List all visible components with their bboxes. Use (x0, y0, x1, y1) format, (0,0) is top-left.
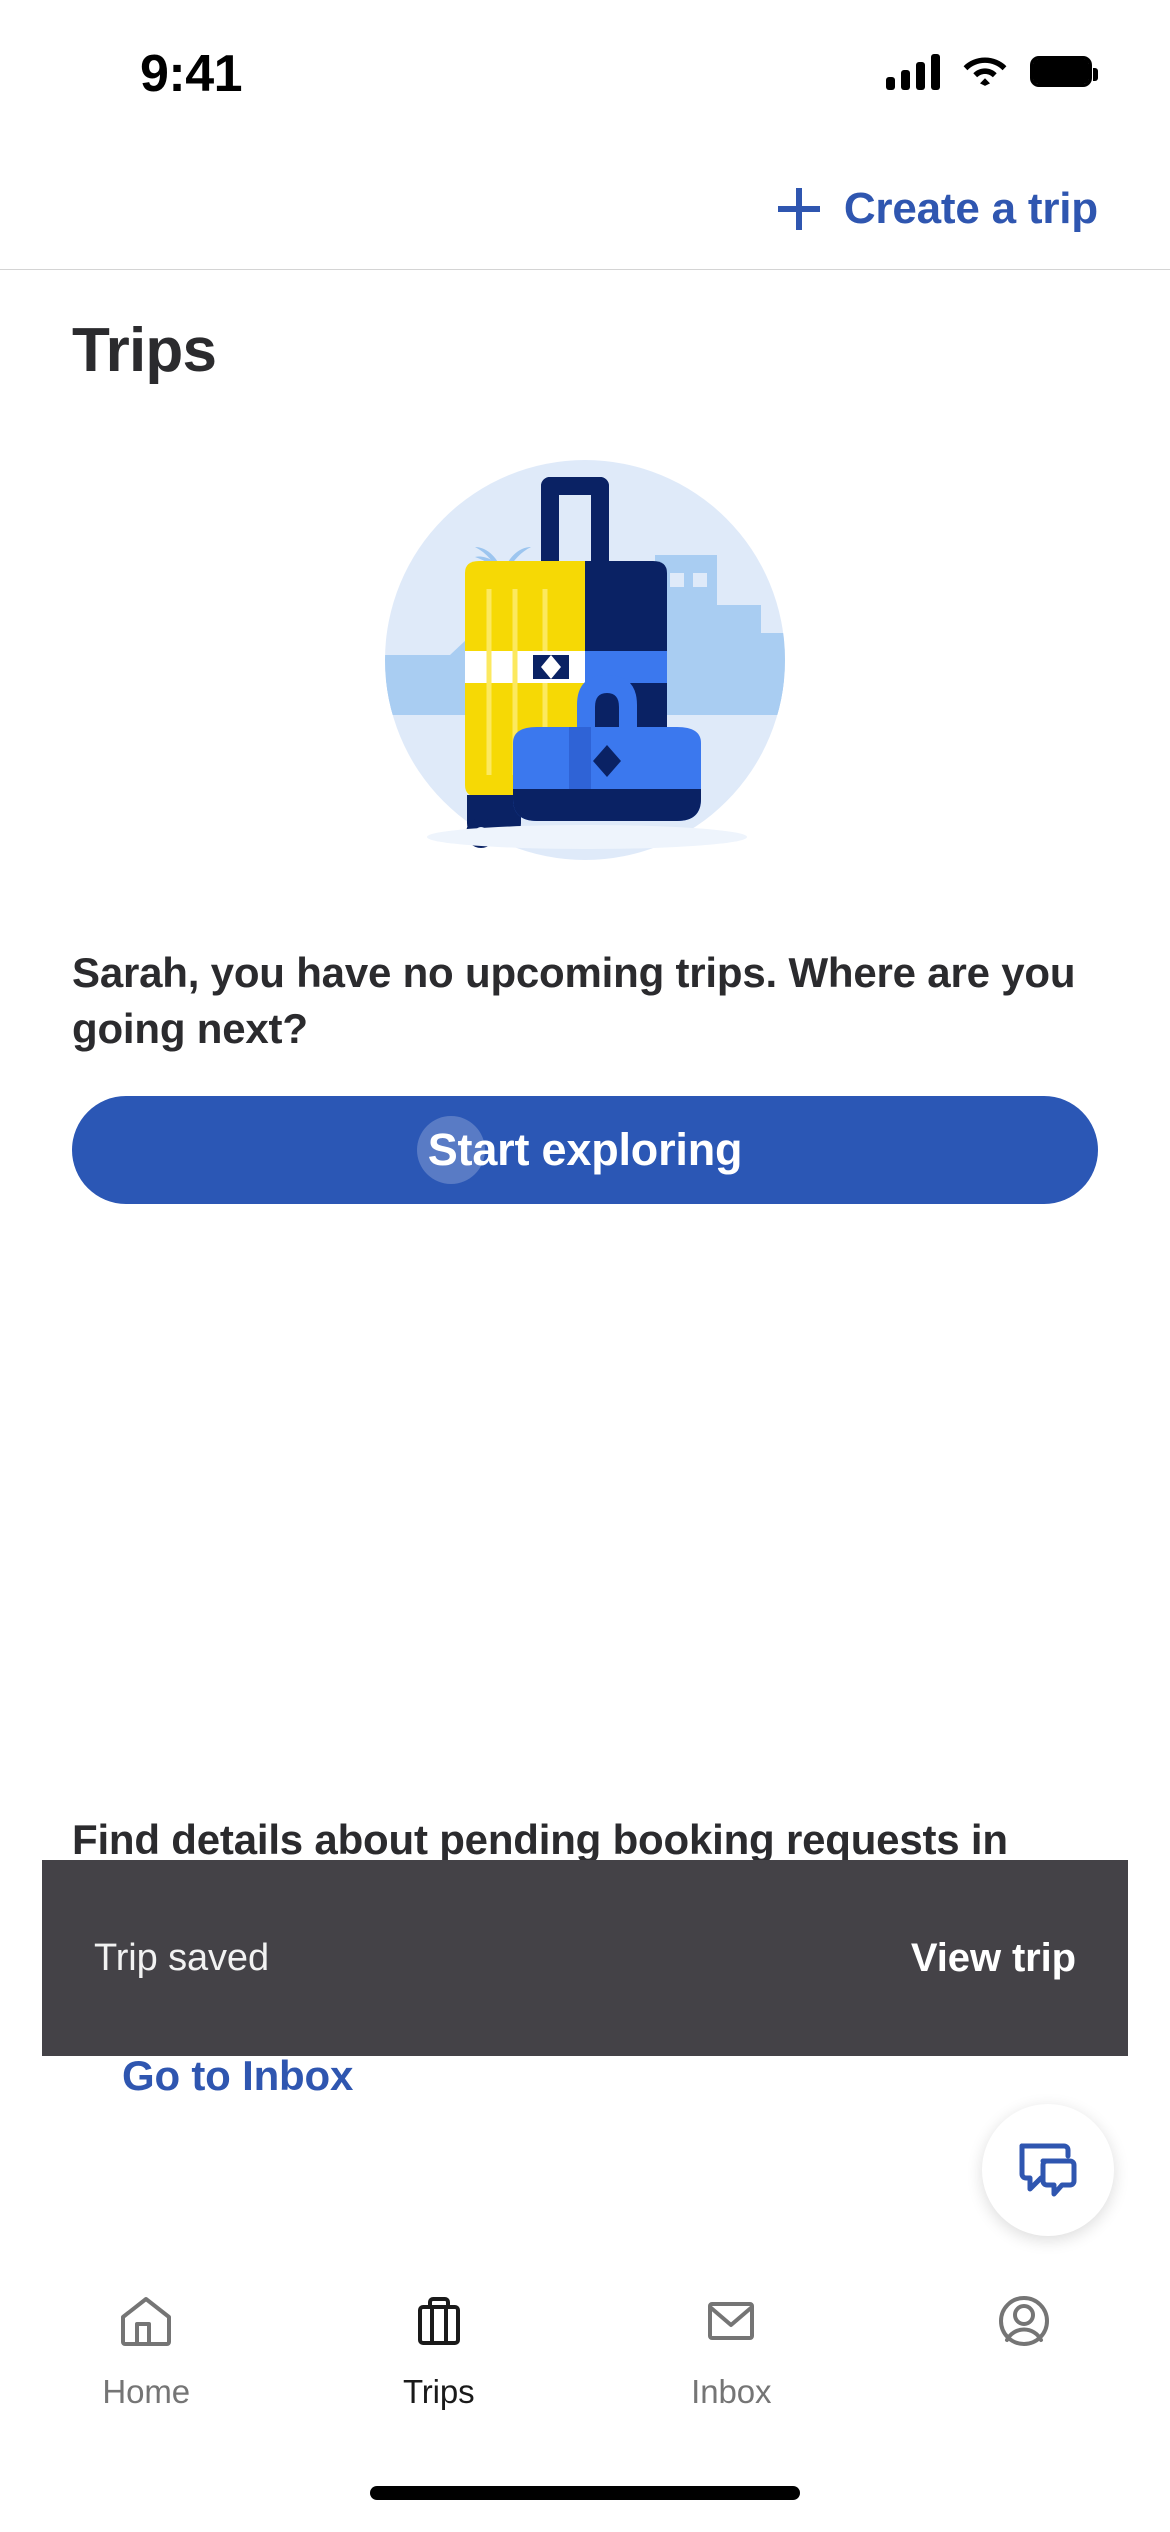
nav-item-trips[interactable]: Trips (293, 2268, 586, 2458)
create-trip-button[interactable]: Create a trip (777, 183, 1098, 234)
nav-label-trips: Trips (402, 2373, 475, 2410)
phone-screen: 9:41 Create a trip Trips Sarah, you have… (0, 0, 1170, 2532)
empty-state-message: Sarah, you have no upcoming trips. Where… (72, 949, 1076, 1052)
snackbar-action-button[interactable]: View trip (911, 1936, 1076, 1981)
home-icon (115, 2290, 177, 2357)
home-indicator (370, 2486, 800, 2500)
start-exploring-button[interactable]: Start exploring (72, 1096, 1098, 1204)
nav-item-account[interactable] (878, 2268, 1170, 2458)
account-circle-icon (993, 2290, 1055, 2357)
battery-full-icon (1030, 56, 1098, 87)
top-header: Create a trip (0, 148, 1170, 270)
bottom-navigation-bar: Home Trips Inbox (0, 2268, 1170, 2458)
nav-item-inbox[interactable]: Inbox (585, 2268, 878, 2458)
go-to-inbox-link[interactable]: Go to Inbox (122, 2052, 353, 2100)
cellular-signal-icon (886, 53, 940, 90)
status-bar-time: 9:41 (140, 45, 243, 103)
chat-fab-button[interactable] (982, 2104, 1114, 2236)
status-bar: 9:41 (0, 0, 1170, 148)
wifi-icon (962, 52, 1008, 91)
envelope-icon (700, 2290, 762, 2357)
suitcase-icon (408, 2290, 470, 2357)
chat-bubbles-icon (1017, 2139, 1079, 2202)
start-exploring-label: Start exploring (427, 1124, 743, 1175)
luggage-illustration (355, 455, 815, 885)
status-bar-icons (886, 52, 1098, 91)
snackbar-toast: Trip saved View trip (42, 1860, 1128, 2056)
plus-icon (777, 187, 820, 230)
create-trip-label: Create a trip (843, 183, 1098, 233)
page-title: Trips (72, 316, 217, 385)
snackbar-message: Trip saved (94, 1936, 269, 1979)
nav-label-home: Home (102, 2373, 191, 2410)
nav-label-inbox: Inbox (691, 2373, 772, 2410)
nav-item-home[interactable]: Home (0, 2268, 293, 2458)
